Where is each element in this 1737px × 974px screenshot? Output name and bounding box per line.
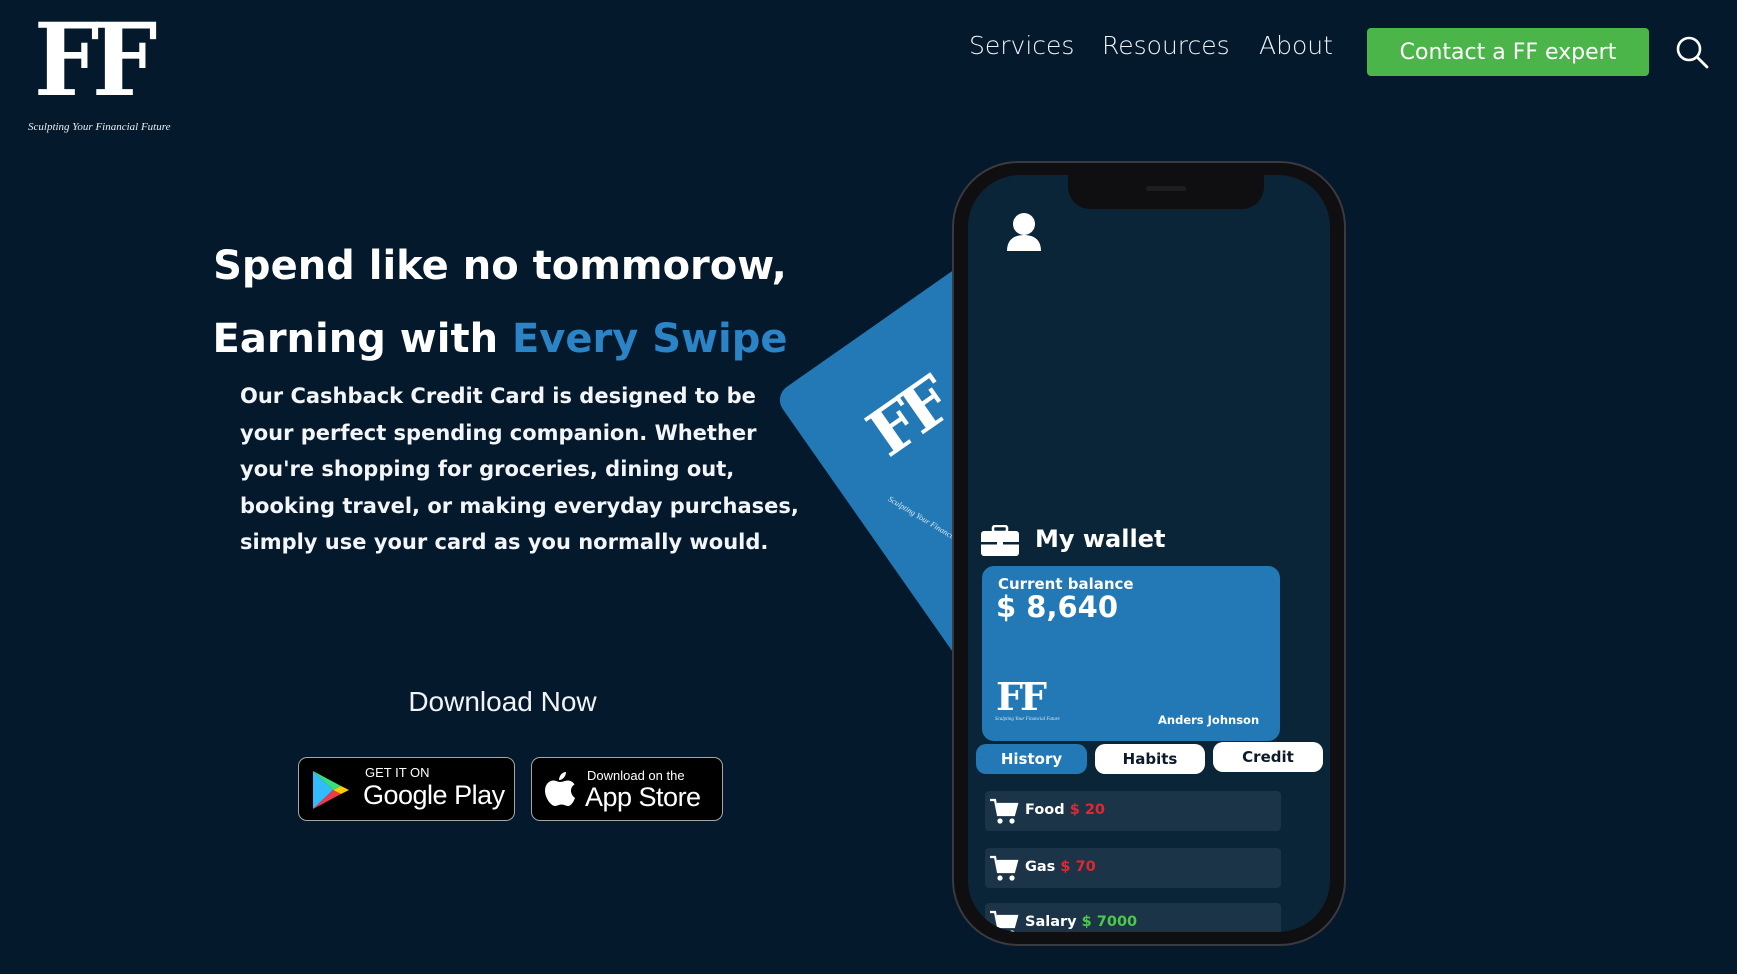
nav-resources[interactable]: Resources — [1102, 31, 1230, 60]
card-logo-mark: FF — [854, 365, 963, 472]
hero-headline-accent: Every Swipe — [511, 316, 788, 362]
app-store-big-text: App Store — [585, 782, 701, 812]
app-store-button[interactable]: Download on the App Store — [531, 757, 723, 821]
google-play-button[interactable]: GET IT ON Google Play — [298, 757, 515, 821]
hero-headline-line2: Earning with Every Swipe — [200, 316, 800, 362]
transaction-amount: $ 7000 — [1081, 914, 1138, 930]
phone-screen: My wallet Current balance $ 8,640 FF Scu… — [968, 175, 1330, 932]
transaction-row-food[interactable]: Food $ 20 — [985, 791, 1281, 831]
transaction-name: Food — [1025, 802, 1065, 818]
balance-card[interactable]: Current balance $ 8,640 FF Sculpting You… — [982, 566, 1280, 741]
transaction-label: Gas $ 70 — [1025, 859, 1096, 875]
shopping-cart-icon — [990, 910, 1019, 932]
phone-mockup: My wallet Current balance $ 8,640 FF Scu… — [952, 161, 1346, 946]
apple-icon — [545, 772, 575, 806]
contact-expert-button[interactable]: Contact a FF expert — [1367, 28, 1649, 76]
card-holder-name: Anders Johnson — [1158, 713, 1260, 727]
phone-notch — [1068, 175, 1264, 209]
logo-tagline: Sculpting Your Financial Future — [28, 121, 171, 133]
nav-services[interactable]: Services — [969, 31, 1074, 60]
google-play-small-text: GET IT ON — [365, 765, 430, 780]
google-play-icon — [313, 771, 349, 809]
app-store-small-text: Download on the — [587, 768, 685, 783]
transaction-name: Salary — [1025, 914, 1077, 930]
transaction-amount: $ 20 — [1069, 802, 1106, 818]
transaction-row-salary[interactable]: Salary $ 7000 — [985, 903, 1281, 932]
hero-headline-line1: Spend like no tommorow, — [213, 243, 787, 289]
hero-description: Our Cashback Credit Card is designed to … — [240, 384, 799, 554]
balance-value: $ 8,640 — [996, 590, 1119, 624]
wallet-title: My wallet — [1035, 525, 1166, 553]
logo-mark: FF — [34, 1, 157, 119]
balance-card-tagline: Sculpting Your Financial Future — [995, 717, 1060, 722]
hero-headline-prefix: Earning with — [212, 316, 512, 362]
transaction-row-gas[interactable]: Gas $ 70 — [985, 848, 1281, 888]
download-title: Download Now — [408, 686, 597, 717]
shopping-cart-icon — [990, 798, 1019, 824]
transaction-name: Gas — [1025, 859, 1056, 875]
transaction-label: Salary $ 7000 — [1025, 914, 1137, 930]
brand-logo[interactable]: FF Sculpting Your Financial Future — [26, 10, 196, 135]
tab-credit[interactable]: Credit — [1213, 742, 1323, 772]
search-icon[interactable] — [1674, 34, 1710, 70]
shopping-cart-icon — [990, 855, 1019, 881]
balance-card-logo: FF — [996, 674, 1047, 719]
google-play-big-text: Google Play — [363, 780, 505, 810]
transaction-amount: $ 70 — [1060, 859, 1096, 875]
nav-about[interactable]: About — [1259, 31, 1333, 60]
tab-history[interactable]: History — [976, 744, 1087, 774]
tab-habits[interactable]: Habits — [1095, 744, 1205, 774]
transaction-label: Food $ 20 — [1025, 802, 1105, 818]
user-icon[interactable] — [1004, 211, 1044, 255]
wallet-icon — [981, 525, 1019, 556]
